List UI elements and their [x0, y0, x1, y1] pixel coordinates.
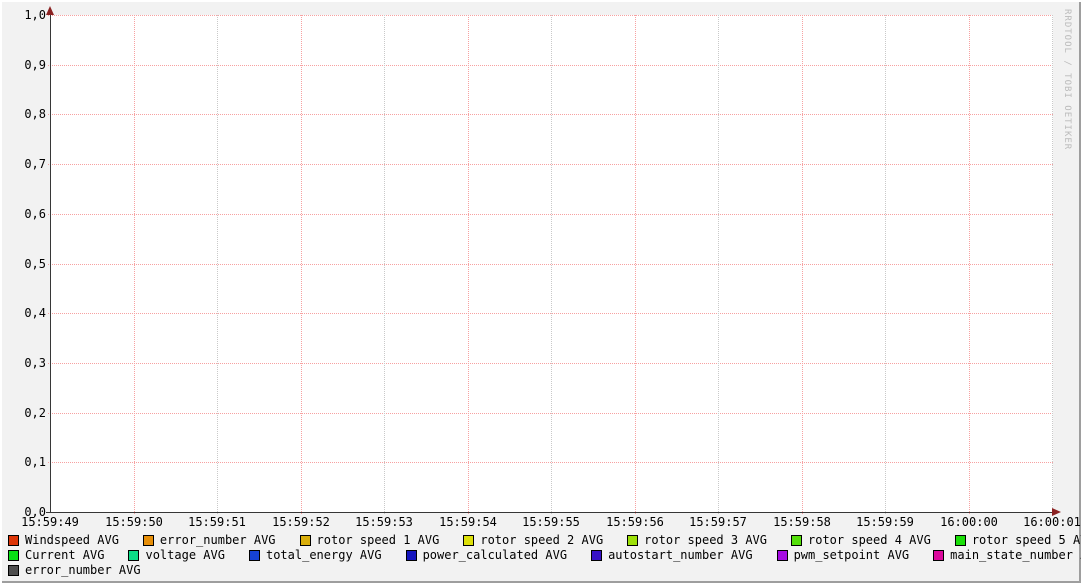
x-gridline-major	[802, 15, 803, 514]
legend-row: error_number AVG	[8, 564, 141, 576]
y-tick-label: 0,6	[0, 208, 46, 220]
y-tick-label: 1,0	[0, 9, 46, 21]
x-gridline-major	[635, 15, 636, 514]
legend-label: voltage AVG	[145, 549, 224, 561]
legend-label: autostart_number AVG	[608, 549, 753, 561]
x-tick-label: 15:59:55	[522, 516, 580, 529]
legend-label: rotor speed 2 AVG	[480, 534, 603, 546]
legend-swatch-icon	[8, 535, 19, 546]
legend-label: Windspeed AVG	[25, 534, 119, 546]
x-tick-label: 15:59:54	[439, 516, 497, 529]
legend-item: Current AVG	[8, 549, 104, 561]
x-gridline-minor	[217, 15, 218, 514]
legend-swatch-icon	[300, 535, 311, 546]
legend-item: pwm_setpoint AVG	[777, 549, 910, 561]
legend-item: total_energy AVG	[249, 549, 382, 561]
legend-row: Current AVG voltage AVG total_energy AVG po…	[8, 549, 1081, 561]
x-tick-label: 16:00:00	[940, 516, 998, 529]
x-tick-label: 15:59:59	[856, 516, 914, 529]
legend-label: pwm_setpoint AVG	[794, 549, 910, 561]
legend-swatch-icon	[463, 535, 474, 546]
x-tick-label: 15:59:51	[188, 516, 246, 529]
legend-label: rotor speed 4 AVG	[808, 534, 931, 546]
legend-swatch-icon	[8, 565, 19, 576]
x-tick-label: 15:59:49	[21, 516, 79, 529]
legend-swatch-icon	[406, 550, 417, 561]
legend-swatch-icon	[933, 550, 944, 561]
legend-swatch-icon	[128, 550, 139, 561]
legend-label: error_number AVG	[25, 564, 141, 576]
watermark: RRDTOOL / TOBI OETIKER	[1062, 9, 1072, 159]
x-tick-label: 15:59:53	[355, 516, 413, 529]
legend-item: power_calculated AVG	[406, 549, 568, 561]
legend-item: rotor speed 4 AVG	[791, 534, 931, 546]
x-gridline-major	[301, 15, 302, 514]
x-gridline-minor	[718, 15, 719, 514]
legend-item: rotor speed 1 AVG	[300, 534, 440, 546]
rrdtool-graph: 1,00,90,80,70,60,50,40,30,20,10,0 15:59:…	[0, 0, 1081, 583]
y-tick-label: 0,2	[0, 407, 46, 419]
legend-item: main_state_number AVG	[933, 549, 1081, 561]
x-tick-label: 16:00:01	[1023, 516, 1081, 529]
y-tick-label: 0,1	[0, 456, 46, 468]
legend-swatch-icon	[8, 550, 19, 561]
legend-item: rotor speed 2 AVG	[463, 534, 603, 546]
x-gridline-minor	[1052, 15, 1053, 514]
x-tick-label: 15:59:52	[272, 516, 330, 529]
y-axis-line	[50, 9, 51, 513]
legend-swatch-icon	[955, 535, 966, 546]
legend-swatch-icon	[777, 550, 788, 561]
x-axis-line	[46, 512, 1053, 513]
y-axis-arrow-icon	[46, 6, 54, 15]
x-tick-label: 15:59:57	[689, 516, 747, 529]
legend-swatch-icon	[249, 550, 260, 561]
x-gridline-major	[134, 15, 135, 514]
legend-swatch-icon	[143, 535, 154, 546]
legend-item: Windspeed AVG	[8, 534, 119, 546]
y-tick-label: 0,4	[0, 307, 46, 319]
x-tick-label: 15:59:56	[606, 516, 664, 529]
legend-label: rotor speed 1 AVG	[317, 534, 440, 546]
y-tick-label: 0,8	[0, 108, 46, 120]
y-tick-label: 0,3	[0, 357, 46, 369]
legend-label: error_number AVG	[160, 534, 276, 546]
legend-label: power_calculated AVG	[423, 549, 568, 561]
legend-label: main_state_number AVG	[950, 549, 1081, 561]
x-gridline-minor	[384, 15, 385, 514]
legend-item: rotor speed 5 AVG	[955, 534, 1081, 546]
legend-row: Windspeed AVG error_number AVG rotor speed…	[8, 534, 1081, 546]
legend-label: rotor speed 5 AVG	[972, 534, 1081, 546]
legend-item: error_number AVG	[8, 564, 141, 576]
legend-swatch-icon	[591, 550, 602, 561]
x-tick-label: 15:59:50	[105, 516, 163, 529]
legend-label: total_energy AVG	[266, 549, 382, 561]
legend-item: autostart_number AVG	[591, 549, 753, 561]
legend-item: rotor speed 3 AVG	[627, 534, 767, 546]
x-gridline-major	[969, 15, 970, 514]
x-gridline-major	[468, 15, 469, 514]
x-tick-label: 15:59:58	[773, 516, 831, 529]
y-tick-label: 0,5	[0, 258, 46, 270]
x-gridline-minor	[885, 15, 886, 514]
legend-swatch-icon	[791, 535, 802, 546]
legend-item: voltage AVG	[128, 549, 224, 561]
legend-swatch-icon	[627, 535, 638, 546]
legend-label: rotor speed 3 AVG	[644, 534, 767, 546]
legend-label: Current AVG	[25, 549, 104, 561]
y-tick-label: 0,9	[0, 59, 46, 71]
y-tick-label: 0,7	[0, 158, 46, 170]
legend-item: error_number AVG	[143, 534, 276, 546]
x-gridline-minor	[551, 15, 552, 514]
